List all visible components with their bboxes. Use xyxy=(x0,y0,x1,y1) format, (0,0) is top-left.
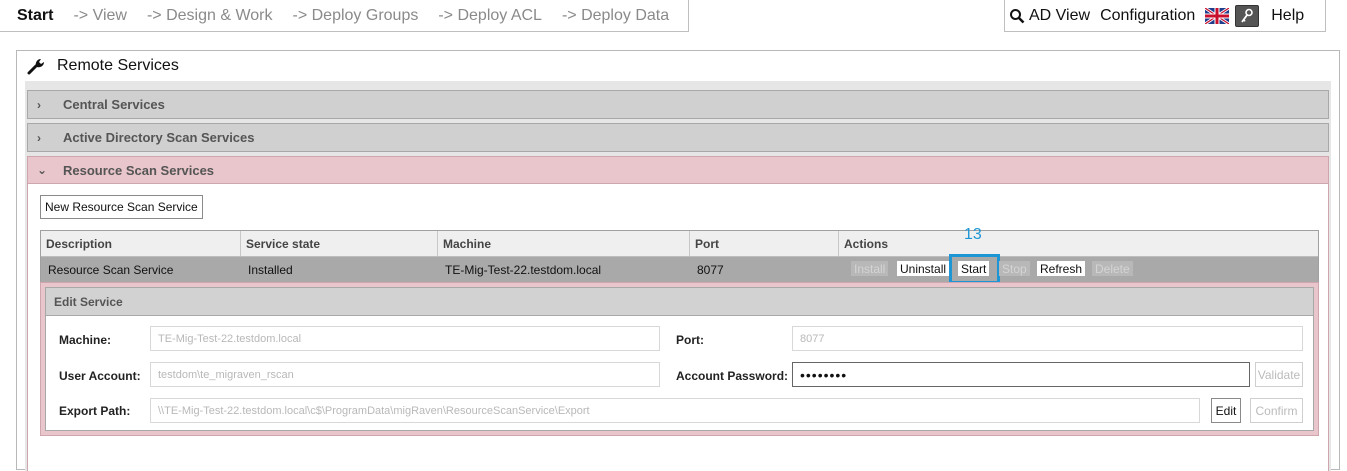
section-label: Central Services xyxy=(63,97,165,112)
search-icon xyxy=(1010,8,1025,23)
section-ad-scan-services[interactable]: › Active Directory Scan Services xyxy=(27,123,1329,152)
column-header-service-state[interactable]: Service state xyxy=(241,231,438,256)
user-account-input[interactable]: testdom\te_migraven_rscan xyxy=(150,362,660,387)
new-resource-scan-service-button[interactable]: New Resource Scan Service xyxy=(40,195,203,219)
nav-step-design-work[interactable]: -> Design & Work xyxy=(147,7,273,25)
machine-label: Machine: xyxy=(59,333,112,347)
refresh-button[interactable]: Refresh xyxy=(1037,261,1086,276)
install-button[interactable]: Install xyxy=(851,261,889,276)
resource-scan-content: New Resource Scan Service Description Se… xyxy=(27,184,1329,471)
nav-step-view[interactable]: -> View xyxy=(73,7,127,25)
column-header-actions: Actions xyxy=(844,236,889,251)
column-header-description[interactable]: Description xyxy=(41,231,241,256)
port-label: Port: xyxy=(676,333,704,347)
row-port: 8077 xyxy=(697,263,724,277)
edit-button[interactable]: Edit xyxy=(1211,398,1241,423)
export-path-label: Export Path: xyxy=(59,404,131,418)
section-label: Resource Scan Services xyxy=(63,162,215,178)
uk-flag-icon[interactable] xyxy=(1205,7,1230,24)
section-resource-scan-services[interactable]: ⌄ Resource Scan Services xyxy=(27,156,1329,184)
section-label: Active Directory Scan Services xyxy=(63,130,255,145)
grid-header: Description Service state Machine Port A… xyxy=(41,231,1318,257)
chevron-right-icon: › xyxy=(37,130,41,145)
export-path-input[interactable]: \\TE-Mig-Test-22.testdom.local\c$\Progra… xyxy=(150,398,1200,423)
top-right-toolbar: AD View Configuration Help xyxy=(1004,0,1326,32)
help-button[interactable]: Help xyxy=(1271,7,1304,25)
row-service-state: Installed xyxy=(248,263,293,277)
row-description: Resource Scan Service xyxy=(48,263,174,277)
account-password-label: Account Password: xyxy=(676,369,789,383)
edit-service-title: Edit Service xyxy=(46,288,1313,316)
edit-service-wrapper: Edit Service Machine: TE-Mig-Test-22.tes… xyxy=(40,282,1319,436)
workflow-nav: Start -> View -> Design & Work -> Deploy… xyxy=(0,0,689,32)
step-number-badge: 13 xyxy=(964,226,982,243)
grid-frame: Description Service state Machine Port A… xyxy=(40,230,1319,284)
panel-header: Remote Services xyxy=(17,51,1339,81)
section-central-services[interactable]: › Central Services xyxy=(27,90,1329,119)
validate-button[interactable]: Validate xyxy=(1255,362,1303,387)
delete-button[interactable]: Delete xyxy=(1092,261,1133,276)
nav-step-deploy-groups[interactable]: -> Deploy Groups xyxy=(293,7,419,25)
port-input[interactable]: 8077 xyxy=(792,326,1303,351)
chevron-right-icon: › xyxy=(37,97,41,112)
nav-step-deploy-acl[interactable]: -> Deploy ACL xyxy=(438,7,542,25)
remote-services-panel: Remote Services › Central Services › Act… xyxy=(16,50,1340,471)
account-password-input[interactable]: •••••••• xyxy=(792,362,1250,387)
panel-title: Remote Services xyxy=(57,57,179,74)
table-row[interactable]: Resource Scan Service Installed TE-Mig-T… xyxy=(41,254,1318,284)
configuration-button[interactable]: Configuration xyxy=(1100,7,1195,25)
stop-button[interactable]: Stop xyxy=(999,261,1030,276)
nav-step-start[interactable]: Start xyxy=(17,7,53,25)
machine-input[interactable]: TE-Mig-Test-22.testdom.local xyxy=(150,326,660,351)
column-header-machine[interactable]: Machine xyxy=(438,231,690,256)
row-machine: TE-Mig-Test-22.testdom.local xyxy=(445,263,602,277)
panel-body: › Central Services › Active Directory Sc… xyxy=(25,81,1331,471)
nav-step-deploy-data[interactable]: -> Deploy Data xyxy=(562,7,669,25)
wrench-icon xyxy=(27,59,44,75)
ad-view-label: AD View xyxy=(1029,6,1091,24)
uninstall-button[interactable]: Uninstall xyxy=(897,261,950,276)
user-account-label: User Account: xyxy=(59,369,141,383)
key-icon[interactable] xyxy=(1235,4,1260,27)
chevron-down-icon: ⌄ xyxy=(37,163,48,177)
start-button[interactable]: Start xyxy=(958,261,990,276)
column-header-port[interactable]: Port xyxy=(690,231,839,256)
confirm-button[interactable]: Confirm xyxy=(1250,398,1303,423)
edit-service-box: Edit Service Machine: TE-Mig-Test-22.tes… xyxy=(45,287,1314,431)
ad-view-button[interactable]: AD View xyxy=(1009,7,1090,25)
